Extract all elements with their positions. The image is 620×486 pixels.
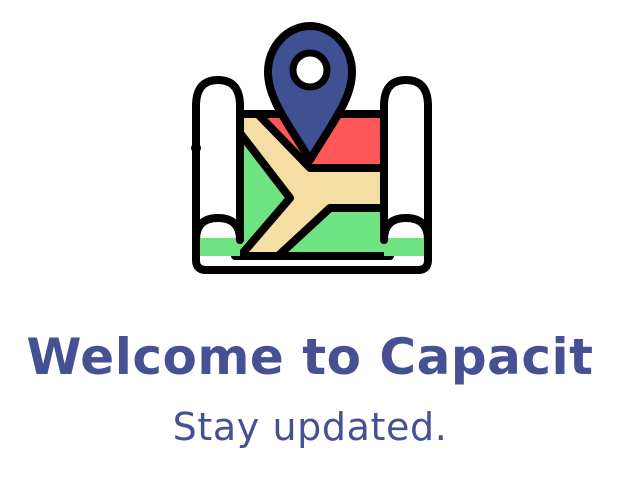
location-pin-hole <box>289 49 331 91</box>
welcome-title: Welcome to Capacit <box>26 328 594 386</box>
scroll-dot <box>191 143 201 153</box>
map-location-pin-icon <box>191 22 432 274</box>
onboarding-screen: Welcome to Capacit Stay updated. <box>0 0 620 486</box>
welcome-subtitle: Stay updated. <box>172 405 448 449</box>
